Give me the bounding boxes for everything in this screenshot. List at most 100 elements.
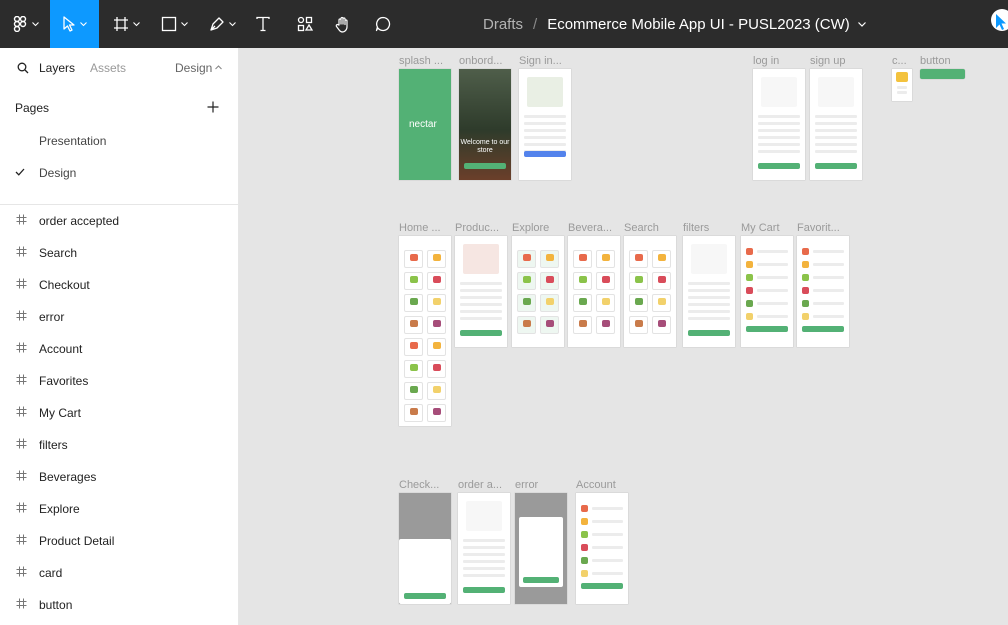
frame-icon	[16, 598, 27, 609]
product-image	[579, 276, 587, 283]
layer-item[interactable]: button	[0, 589, 239, 621]
search-icon[interactable]	[17, 62, 29, 74]
layer-item[interactable]: Search	[0, 237, 239, 269]
frame-label[interactable]: onbord...	[459, 55, 502, 67]
tab-layers[interactable]: Layers	[39, 61, 75, 75]
layer-item[interactable]: Product Detail	[0, 525, 239, 557]
share-area[interactable]	[988, 8, 1008, 40]
text-line	[813, 276, 844, 279]
layer-item[interactable]: order accepted	[0, 205, 239, 237]
frame-icon	[16, 374, 27, 385]
layer-item[interactable]: error	[0, 301, 239, 333]
frame-thumbnail[interactable]	[892, 69, 912, 101]
frame-thumbnail[interactable]	[753, 69, 805, 180]
product-tile	[517, 316, 536, 334]
move-tool-button[interactable]	[50, 0, 99, 48]
drafts-link[interactable]: Drafts	[483, 16, 523, 33]
frame-tool-button[interactable]	[106, 0, 146, 48]
frame-label[interactable]: Explore	[512, 222, 549, 234]
text-line	[688, 289, 730, 292]
main-menu-button[interactable]	[0, 0, 50, 48]
frame-label[interactable]: Account	[576, 479, 616, 491]
layer-item[interactable]: Favorites	[0, 365, 239, 397]
frame-label[interactable]: Search	[624, 222, 659, 234]
product-tile	[517, 272, 536, 290]
text-line	[460, 296, 502, 299]
page-item-presentation[interactable]: Presentation	[39, 134, 106, 148]
frame-thumbnail[interactable]: Welcome to our store	[459, 69, 511, 180]
text-tool-button[interactable]	[250, 0, 276, 48]
frame-label[interactable]: splash ...	[399, 55, 443, 67]
frame-label[interactable]: Home ...	[399, 222, 441, 234]
frame-label[interactable]: Sign in...	[519, 55, 562, 67]
frame-thumbnail[interactable]	[810, 69, 862, 180]
frame-thumbnail[interactable]	[576, 493, 628, 604]
product-tile	[404, 404, 423, 422]
frame-label[interactable]: c...	[892, 55, 907, 67]
text-line	[463, 546, 505, 549]
frame-thumbnail[interactable]	[568, 236, 620, 347]
frame-thumbnail[interactable]	[519, 69, 571, 180]
text-line	[460, 282, 502, 285]
product-image	[581, 557, 588, 564]
layer-item[interactable]: Checkout	[0, 269, 239, 301]
layer-item[interactable]: card	[0, 557, 239, 589]
frame-label[interactable]: order a...	[458, 479, 502, 491]
layer-label: filters	[39, 438, 68, 452]
design-canvas[interactable]: splash ... nectar onbord... Welcome to our …	[240, 48, 1008, 625]
layer-item[interactable]: Account	[0, 333, 239, 365]
frame-thumbnail[interactable]	[399, 493, 451, 604]
layer-item[interactable]: Beverages	[0, 461, 239, 493]
frame-label[interactable]: sign up	[810, 55, 845, 67]
product-tile	[427, 272, 446, 290]
product-image	[410, 320, 418, 327]
product-image	[635, 298, 643, 305]
layer-item[interactable]: filters	[0, 429, 239, 461]
frame-thumbnail[interactable]	[920, 69, 965, 79]
comment-tool-button[interactable]	[370, 0, 396, 48]
frame-thumbnail[interactable]	[683, 236, 735, 347]
add-page-icon[interactable]	[207, 101, 219, 113]
frame-label[interactable]: Check...	[399, 479, 439, 491]
product-tile	[629, 316, 648, 334]
shape-tool-button[interactable]	[154, 0, 194, 48]
frame-label[interactable]: Bevera...	[568, 222, 612, 234]
frame-label[interactable]: Favorit...	[797, 222, 840, 234]
text-line	[592, 520, 623, 523]
chevron-up-icon[interactable]	[215, 65, 222, 70]
frame-thumbnail[interactable]	[515, 493, 567, 604]
frame-thumbnail[interactable]	[399, 236, 451, 426]
frame-label[interactable]: log in	[753, 55, 779, 67]
chevron-down-icon[interactable]	[857, 21, 866, 27]
page-item-design[interactable]: Design	[39, 166, 76, 180]
product-image	[410, 276, 418, 283]
text-line	[688, 282, 730, 285]
frame-label[interactable]: filters	[683, 222, 709, 234]
layer-item[interactable]: Explore	[0, 493, 239, 525]
frame-label[interactable]: button	[920, 55, 951, 67]
layer-item[interactable]: My Cart	[0, 397, 239, 429]
frame-thumbnail[interactable]	[741, 236, 793, 347]
splash-logo: nectar	[409, 119, 437, 130]
frame-label[interactable]: error	[515, 479, 538, 491]
text-line	[813, 315, 844, 318]
page-switcher[interactable]: Design	[175, 61, 212, 75]
text-line	[524, 143, 566, 146]
frame-thumbnail[interactable]	[624, 236, 676, 347]
frame-thumbnail[interactable]	[455, 236, 507, 347]
frame-thumbnail[interactable]	[797, 236, 849, 347]
frame-thumbnail[interactable]	[458, 493, 510, 604]
text-line	[758, 129, 800, 132]
file-name[interactable]: Ecommerce Mobile App UI - PUSL2023 (CW)	[547, 16, 850, 33]
frame-thumbnail[interactable]	[512, 236, 564, 347]
frame-thumbnail[interactable]: nectar	[399, 69, 451, 180]
pen-tool-button[interactable]	[202, 0, 242, 48]
tab-assets[interactable]: Assets	[90, 61, 126, 75]
figma-logo-icon	[13, 16, 26, 32]
frame-label[interactable]: My Cart	[741, 222, 780, 234]
text-line	[757, 276, 788, 279]
hand-tool-button[interactable]	[330, 0, 356, 48]
frame-label[interactable]: Produc...	[455, 222, 499, 234]
resources-button[interactable]	[290, 0, 320, 48]
product-image	[658, 298, 666, 305]
